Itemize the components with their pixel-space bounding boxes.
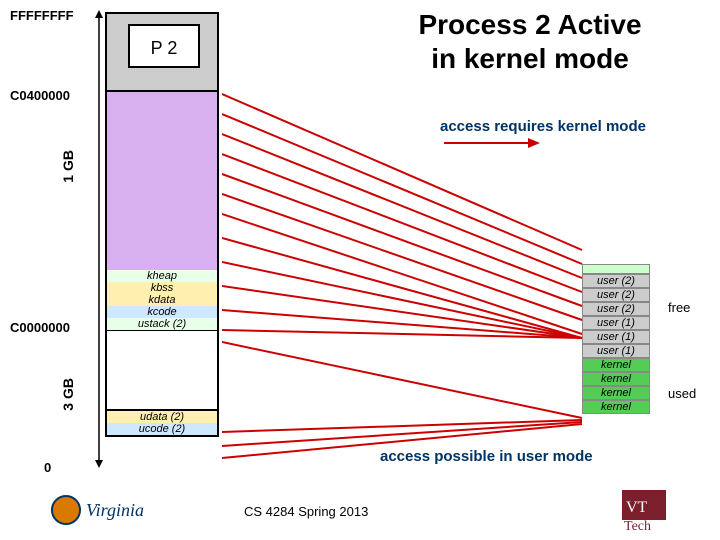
phys-row-5: user (1) [582,344,650,358]
arrow-kernel-note [440,136,540,150]
phys-row-3: user (1) [582,316,650,330]
note-user-access: access possible in user mode [380,448,593,465]
addr-c0000000: C0000000 [10,320,70,335]
virginia-logo: Virginia [50,490,170,530]
process-box: P 2 [128,24,200,68]
phys-row-1: user (2) [582,288,650,302]
footer-course: CS 4284 Spring 2013 [244,504,368,519]
note-kernel-access: access requires kernel mode [440,118,646,135]
label-3gb: 3 GB [60,378,76,411]
svg-text:VT: VT [626,499,648,516]
label-1gb: 1 GB [60,150,76,183]
phys-row-8: kernel [582,386,650,400]
svg-text:Tech: Tech [624,519,651,532]
phys-frame-column: user (2) user (2) user (2) user (1) user… [582,264,650,414]
addr-c0400000: C0400000 [10,88,70,103]
phys-row-4: user (1) [582,330,650,344]
title-line2: in kernel mode [431,43,629,74]
addr-zero: 0 [44,460,51,475]
addr-ffffffff: FFFFFFFF [10,8,74,23]
phys-row-2: user (2) [582,302,650,316]
tech-logo: VT Tech [620,486,710,532]
seg-ucode: ucode (2) [107,423,217,435]
addr-axis-arrow [92,10,106,468]
phys-row-6: kernel [582,358,650,372]
seg-kbss: kbss [107,282,217,294]
phys-row-7: kernel [582,372,650,386]
label-free: free [668,300,690,315]
seg-udata: udata (2) [107,411,217,423]
svg-text:Virginia: Virginia [86,500,144,520]
title-line1: Process 2 Active [418,9,641,40]
memory-column: kheap kbss kdata kcode ustack (2) udata … [105,12,219,468]
seg-kdata: kdata [107,294,217,306]
label-used: used [668,386,696,401]
phys-row-9: kernel [582,400,650,414]
page-title: Process 2 Active in kernel mode [360,8,700,75]
seg-ustack: ustack (2) [107,318,217,331]
phys-row-0: user (2) [582,274,650,288]
seg-kcode: kcode [107,306,217,318]
seg-kheap: kheap [107,270,217,282]
